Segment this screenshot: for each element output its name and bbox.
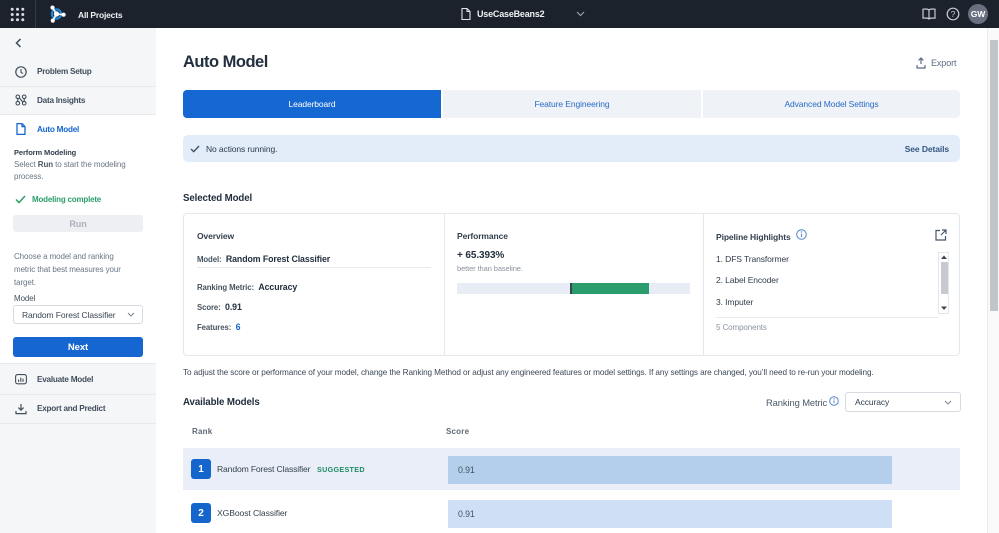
svg-text:?: ? [951,9,956,19]
